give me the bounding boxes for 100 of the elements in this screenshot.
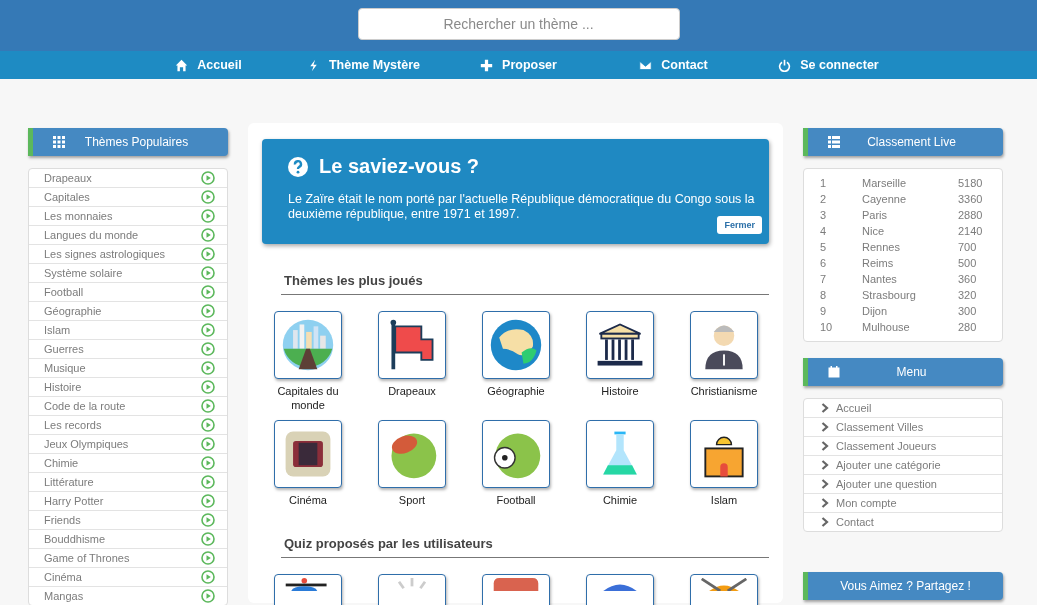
city-score: 3360 xyxy=(958,193,984,205)
menu-link[interactable]: Contact xyxy=(836,516,990,528)
play-icon[interactable] xyxy=(201,247,215,261)
play-icon[interactable] xyxy=(201,494,215,508)
list-icon xyxy=(828,136,840,148)
theme-link[interactable]: Les signes astrologiques xyxy=(44,248,201,260)
play-icon[interactable] xyxy=(201,171,215,185)
theme-tile[interactable]: Drapeaux xyxy=(369,311,455,412)
theme-link[interactable]: Code de la route xyxy=(44,400,201,412)
theme-tile[interactable]: Cinéma xyxy=(265,420,351,507)
city-score: 280 xyxy=(958,321,978,333)
theme-link[interactable]: Football xyxy=(44,286,201,298)
nav-link[interactable]: Thème Mystère xyxy=(286,51,441,79)
rank-number: 10 xyxy=(820,321,834,333)
theme-link[interactable]: Capitales xyxy=(44,191,201,203)
theme-link[interactable]: Jeux Olympiques xyxy=(44,438,201,450)
play-icon[interactable] xyxy=(201,589,215,603)
rank-number: 3 xyxy=(820,209,828,221)
play-icon[interactable] xyxy=(201,456,215,470)
play-icon[interactable] xyxy=(201,285,215,299)
play-icon[interactable] xyxy=(201,437,215,451)
city-name: Marseille xyxy=(862,177,907,189)
nav-link[interactable]: Se connecter xyxy=(751,51,906,79)
play-icon[interactable] xyxy=(201,570,215,584)
play-icon[interactable] xyxy=(201,228,215,242)
theme-link[interactable]: Littérature xyxy=(44,476,201,488)
play-icon[interactable] xyxy=(201,551,215,565)
rank-number: 8 xyxy=(820,289,828,301)
theme-link[interactable]: Game of Thrones xyxy=(44,552,201,564)
panel-title: Classement Live xyxy=(866,135,957,149)
play-icon[interactable] xyxy=(201,304,215,318)
play-icon[interactable] xyxy=(201,532,215,546)
theme-link[interactable]: Les records xyxy=(44,419,201,431)
panel-title: Thèmes Populaires xyxy=(83,135,190,149)
play-icon[interactable] xyxy=(201,418,215,432)
envelope-icon xyxy=(639,58,653,72)
city-score: 2140 xyxy=(958,225,984,237)
theme-link[interactable]: Harry Potter xyxy=(44,495,201,507)
play-icon[interactable] xyxy=(201,475,215,489)
play-icon[interactable] xyxy=(201,380,215,394)
menu-link[interactable]: Mon compte xyxy=(836,497,990,509)
play-icon[interactable] xyxy=(201,323,215,337)
rank-number: 5 xyxy=(820,241,828,253)
play-icon[interactable] xyxy=(201,190,215,204)
play-icon[interactable] xyxy=(201,209,215,223)
close-button[interactable]: Fermer xyxy=(717,216,762,234)
home-icon xyxy=(175,58,189,72)
theme-link[interactable]: Les monnaies xyxy=(44,210,201,222)
theme-tile[interactable]: Histoire xyxy=(577,311,663,412)
city-name: Nice xyxy=(862,225,885,237)
theme-link[interactable]: Géographie xyxy=(44,305,201,317)
city-name: Reims xyxy=(862,257,895,269)
theme-tile[interactable]: Capitales du monde xyxy=(265,311,351,412)
rank-number: 9 xyxy=(820,305,828,317)
search-field[interactable]: Rechercher un thème ... xyxy=(357,7,680,40)
theme-link[interactable]: Musique xyxy=(44,362,201,374)
theme-tile[interactable]: Christianisme xyxy=(681,311,767,412)
theme-tile[interactable]: Sport xyxy=(369,420,455,507)
nav-link[interactable]: Proposer xyxy=(441,51,596,79)
play-icon[interactable] xyxy=(201,513,215,527)
theme-tile[interactable]: Islam xyxy=(681,420,767,507)
theme-tile[interactable]: Chimie xyxy=(577,420,663,507)
theme-tile[interactable]: Football xyxy=(473,420,559,507)
theme-link[interactable]: Langues du monde xyxy=(44,229,201,241)
city-name: Cayenne xyxy=(862,193,908,205)
city-score: 360 xyxy=(958,273,978,285)
menu-link[interactable]: Accueil xyxy=(836,402,990,414)
nav-link[interactable]: Accueil xyxy=(131,51,286,79)
banner-title: Le saviez-vous ? xyxy=(319,155,480,178)
menu-link[interactable]: Classement Joueurs xyxy=(836,440,990,452)
theme-link[interactable]: Cinéma xyxy=(44,571,201,583)
rank-number: 7 xyxy=(820,273,828,285)
theme-link[interactable]: Chimie xyxy=(44,457,201,469)
city-name: Rennes xyxy=(862,241,901,253)
play-icon[interactable] xyxy=(201,342,215,356)
menu-link[interactable]: Classement Villes xyxy=(836,421,990,433)
rank-number: 4 xyxy=(820,225,828,237)
theme-link[interactable]: Bouddhisme xyxy=(44,533,201,545)
calendar-icon xyxy=(828,366,840,378)
play-icon[interactable] xyxy=(201,266,215,280)
theme-link[interactable]: Histoire xyxy=(44,381,201,393)
theme-link[interactable]: Islam xyxy=(44,324,201,336)
nav-link[interactable]: Contact xyxy=(596,51,751,79)
theme-link[interactable]: Drapeaux xyxy=(44,172,201,184)
theme-link[interactable]: Système solaire xyxy=(44,267,201,279)
play-icon[interactable] xyxy=(201,399,215,413)
city-score: 700 xyxy=(958,241,978,253)
city-score: 300 xyxy=(958,305,978,317)
menu-link[interactable]: Ajouter une catégorie xyxy=(836,459,990,471)
theme-link[interactable]: Guerres xyxy=(44,343,201,355)
play-icon[interactable] xyxy=(201,361,215,375)
question-icon xyxy=(288,156,308,177)
theme-link[interactable]: Friends xyxy=(44,514,201,526)
section-title: Quiz proposés par les utilisateurs xyxy=(281,536,769,558)
globe-drawing xyxy=(488,317,544,373)
theme-tile[interactable]: Géographie xyxy=(473,311,559,412)
menu-link[interactable]: Ajouter une question xyxy=(836,478,990,490)
theme-link[interactable]: Mangas xyxy=(44,590,201,602)
city-drawing xyxy=(280,317,336,373)
city-name: Mulhouse xyxy=(862,321,911,333)
